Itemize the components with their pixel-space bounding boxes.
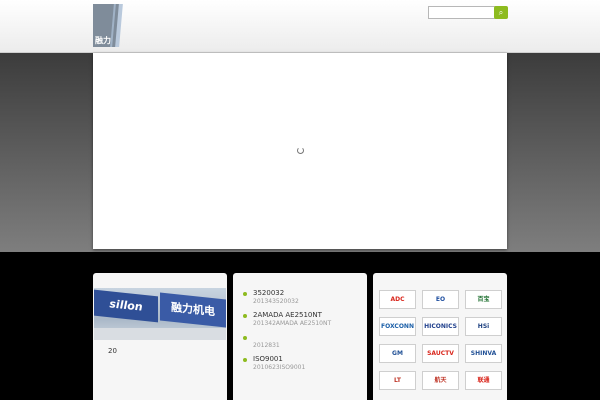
bullet-icon <box>243 358 247 362</box>
photo-sign: 融力机电 <box>160 292 226 328</box>
news-title[interactable]: ISO9001 <box>253 355 361 364</box>
partner-logo[interactable]: HICONICS <box>422 317 459 336</box>
site-logo[interactable]: 融力 <box>93 4 123 47</box>
partner-logo[interactable]: EO <box>422 290 459 309</box>
news-item[interactable]: 3520032 201343520032 <box>243 289 361 306</box>
news-date: 2012831 <box>253 342 280 349</box>
bullet-icon <box>243 314 247 318</box>
photo-ground <box>94 328 226 340</box>
partner-logo[interactable]: 联通 <box>465 371 502 390</box>
news-item[interactable]: 2AMADA AE2510NT 201342AMADA AE2510NT <box>243 311 361 328</box>
search-button[interactable]: ⌕ <box>494 6 508 19</box>
loading-spinner-icon <box>297 147 304 154</box>
partner-logo[interactable]: GM <box>379 344 416 363</box>
partner-logo[interactable]: HSi <box>465 317 502 336</box>
news-item[interactable]: 2012831 <box>243 333 361 350</box>
bullet-icon <box>243 292 247 296</box>
banner-slideshow[interactable] <box>93 53 507 249</box>
partner-logo[interactable]: SAUCTV <box>422 344 459 363</box>
news-title[interactable] <box>253 333 361 342</box>
partner-logo[interactable]: LT <box>379 371 416 390</box>
news-date: 2010623ISO9001 <box>253 364 306 371</box>
about-caption: 20 <box>108 347 117 355</box>
partner-logo[interactable]: 百宝 <box>465 290 502 309</box>
site-header: 融力 ⌕ <box>0 0 600 53</box>
partner-logo[interactable]: ADC <box>379 290 416 309</box>
search-icon: ⌕ <box>498 8 504 17</box>
search-box: ⌕ <box>428 6 508 19</box>
news-title[interactable]: 2AMADA AE2510NT <box>253 311 361 320</box>
partner-logo[interactable]: FOXCONN <box>379 317 416 336</box>
news-date: 201342AMADA AE2510NT <box>253 320 332 327</box>
news-list: 3520032 201343520032 2AMADA AE2510NT 201… <box>243 289 361 377</box>
about-panel: sillon 融力机电 20 <box>93 273 227 400</box>
news-item[interactable]: ISO9001 2010623ISO9001 <box>243 355 361 372</box>
partner-logo[interactable]: SHINVA <box>465 344 502 363</box>
news-date: 201343520032 <box>253 298 299 305</box>
bullet-icon <box>243 336 247 340</box>
photo-sign: sillon <box>94 289 158 323</box>
logo-text: 融力 <box>95 36 111 45</box>
company-photo[interactable]: sillon 融力机电 <box>94 288 226 340</box>
partners-panel: ADC EO 百宝 FOXCONN HICONICS HSi GM SAUCTV SHINVA L… <box>373 273 507 400</box>
news-panel: 3520032 201343520032 2AMADA AE2510NT 201… <box>233 273 367 400</box>
partner-logo[interactable]: 航天 <box>422 371 459 390</box>
search-input[interactable] <box>428 6 498 19</box>
news-title[interactable]: 3520032 <box>253 289 361 298</box>
